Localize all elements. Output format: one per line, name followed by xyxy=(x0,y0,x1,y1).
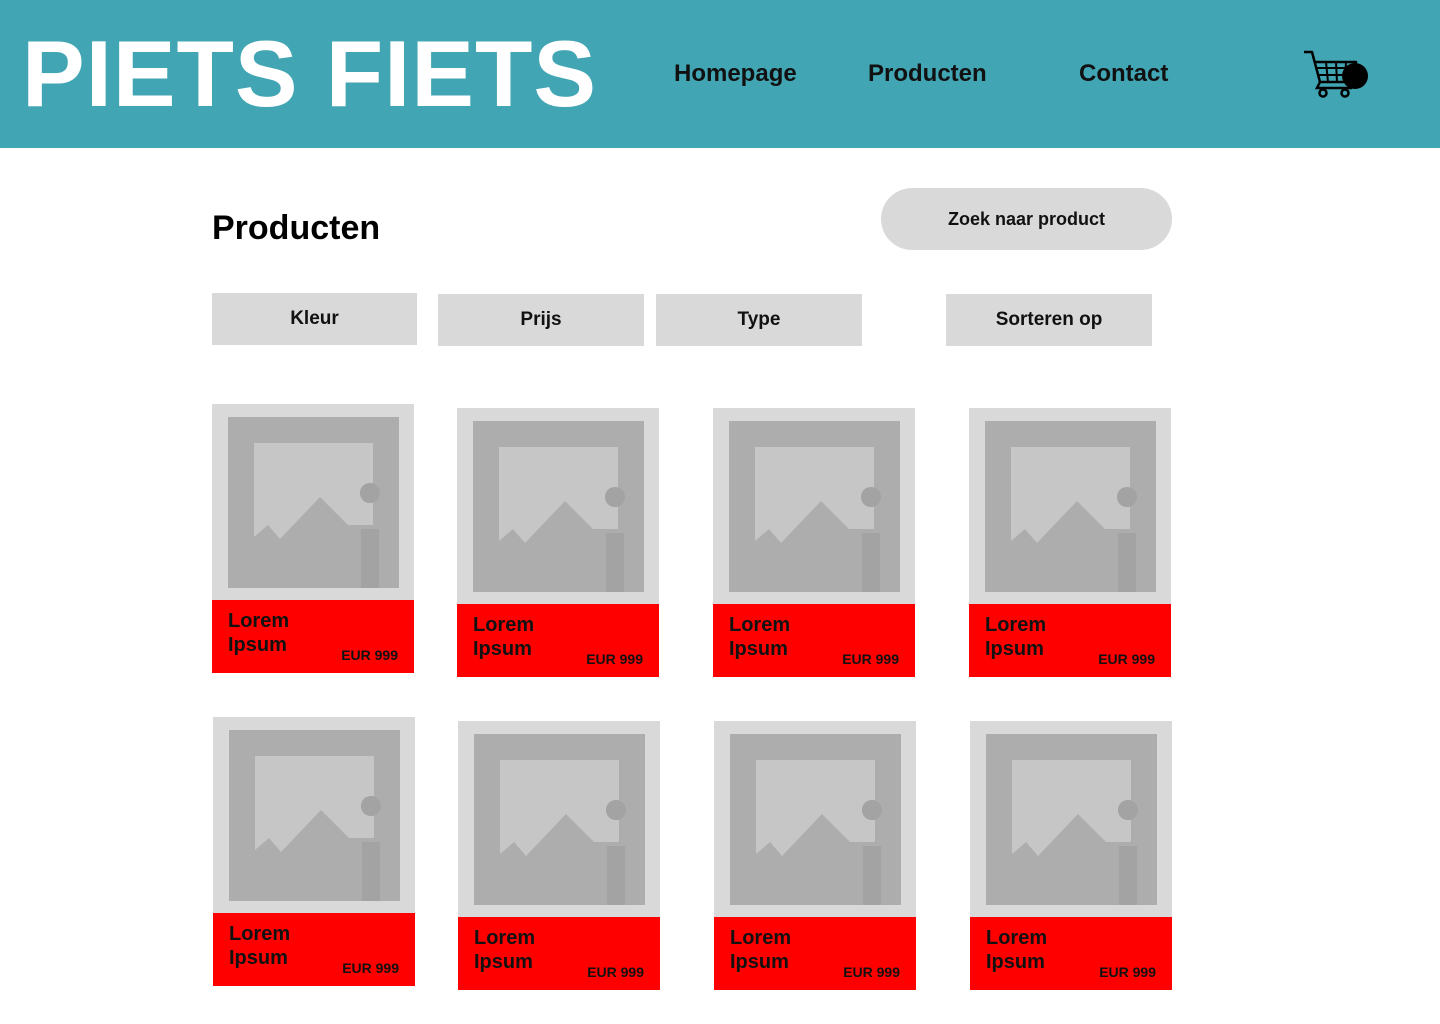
filter-color-button[interactable]: Kleur xyxy=(212,293,417,345)
product-price: EUR 999 xyxy=(586,651,643,667)
product-price: EUR 999 xyxy=(587,964,644,980)
product-card[interactable]: Lorem Ipsum EUR 999 xyxy=(714,721,916,990)
product-image xyxy=(212,404,414,600)
product-card[interactable]: Lorem Ipsum EUR 999 xyxy=(212,404,414,673)
product-price: EUR 999 xyxy=(341,647,398,663)
product-image xyxy=(970,721,1172,917)
product-name: Lorem Ipsum xyxy=(729,614,791,660)
product-card[interactable]: Lorem Ipsum EUR 999 xyxy=(457,408,659,677)
product-card[interactable]: Lorem Ipsum EUR 999 xyxy=(213,717,415,986)
product-price: EUR 999 xyxy=(843,964,900,980)
product-info: Lorem Ipsum EUR 999 xyxy=(458,917,660,990)
product-image xyxy=(969,408,1171,604)
filter-price-button[interactable]: Prijs xyxy=(438,294,644,346)
product-card[interactable]: Lorem Ipsum EUR 999 xyxy=(970,721,1172,990)
product-info: Lorem Ipsum EUR 999 xyxy=(970,917,1172,990)
image-placeholder-icon xyxy=(985,421,1156,592)
product-info: Lorem Ipsum EUR 999 xyxy=(213,913,415,986)
product-info: Lorem Ipsum EUR 999 xyxy=(714,917,916,990)
product-card[interactable]: Lorem Ipsum EUR 999 xyxy=(969,408,1171,677)
image-placeholder-icon xyxy=(730,734,901,905)
product-image xyxy=(713,408,915,604)
product-image xyxy=(714,721,916,917)
product-price: EUR 999 xyxy=(842,651,899,667)
product-image xyxy=(458,721,660,917)
image-placeholder-icon xyxy=(729,421,900,592)
product-card[interactable]: Lorem Ipsum EUR 999 xyxy=(458,721,660,990)
brand-logo[interactable]: PIETS FIETS xyxy=(22,22,597,126)
image-placeholder-icon xyxy=(986,734,1157,905)
product-image xyxy=(213,717,415,913)
product-name: Lorem Ipsum xyxy=(473,614,535,660)
nav-link-producten[interactable]: Producten xyxy=(868,58,987,90)
product-name: Lorem Ipsum xyxy=(474,927,536,973)
product-price: EUR 999 xyxy=(342,960,399,976)
product-name: Lorem Ipsum xyxy=(228,610,290,656)
sort-button[interactable]: Sorteren op xyxy=(946,294,1152,346)
image-placeholder-icon xyxy=(474,734,645,905)
product-info: Lorem Ipsum EUR 999 xyxy=(969,604,1171,677)
product-name: Lorem Ipsum xyxy=(229,923,291,969)
image-placeholder-icon xyxy=(473,421,644,592)
image-placeholder-icon xyxy=(228,417,399,588)
nav-link-homepage[interactable]: Homepage xyxy=(674,58,797,90)
site-header: PIETS FIETS Homepage Producten Contact xyxy=(0,0,1440,148)
product-price: EUR 999 xyxy=(1099,964,1156,980)
product-image xyxy=(457,408,659,604)
filter-type-button[interactable]: Type xyxy=(656,294,862,346)
product-info: Lorem Ipsum EUR 999 xyxy=(713,604,915,677)
product-name: Lorem Ipsum xyxy=(985,614,1047,660)
product-info: Lorem Ipsum EUR 999 xyxy=(212,600,414,673)
image-placeholder-icon xyxy=(229,730,400,901)
search-product-button[interactable]: Zoek naar product xyxy=(881,188,1172,250)
nav-link-contact[interactable]: Contact xyxy=(1079,58,1168,90)
shopping-cart-icon[interactable] xyxy=(1300,48,1372,100)
product-card[interactable]: Lorem Ipsum EUR 999 xyxy=(713,408,915,677)
product-name: Lorem Ipsum xyxy=(730,927,792,973)
product-info: Lorem Ipsum EUR 999 xyxy=(457,604,659,677)
page-title: Producten xyxy=(212,209,381,247)
product-name: Lorem Ipsum xyxy=(986,927,1048,973)
product-price: EUR 999 xyxy=(1098,651,1155,667)
